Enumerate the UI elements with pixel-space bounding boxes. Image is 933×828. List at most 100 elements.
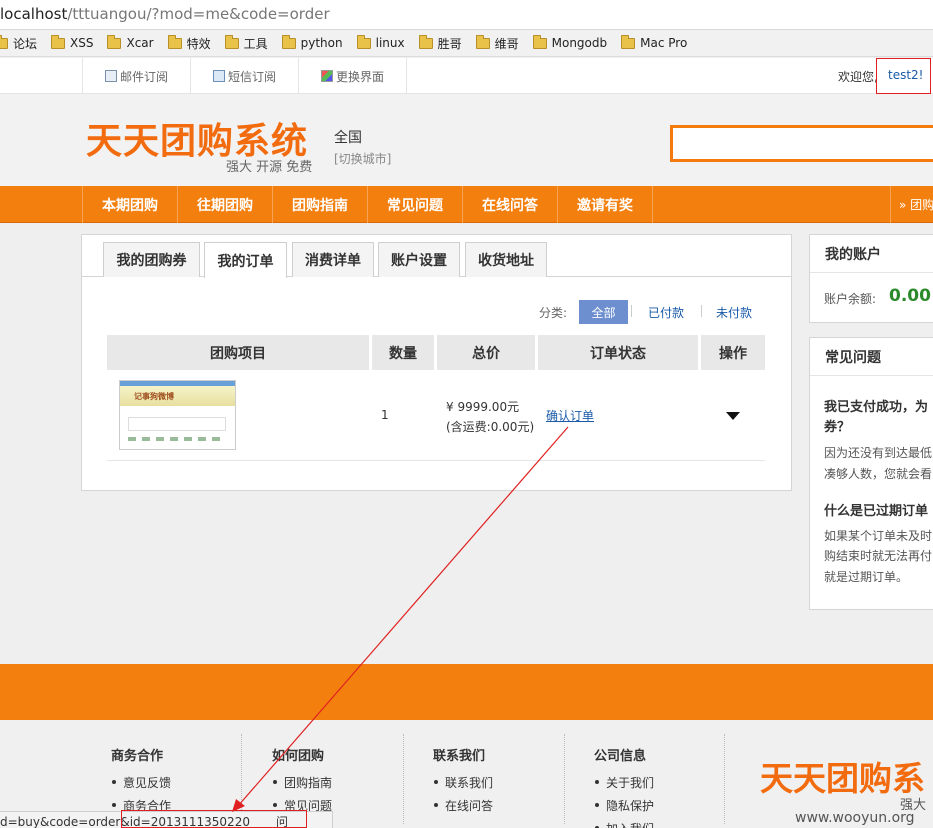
caret-down-icon[interactable]	[726, 412, 740, 420]
tab-shipping-address[interactable]: 收货地址	[465, 242, 547, 277]
bookmark-item[interactable]: python	[281, 34, 343, 50]
nav-guide[interactable]: 团购指南	[273, 186, 368, 223]
footer-link[interactable]: 加入我们	[594, 820, 654, 828]
footer-link[interactable]: 团购指南	[272, 774, 332, 791]
faq-answer: 购结束时就无法再付	[824, 549, 933, 563]
palette-icon	[321, 70, 334, 82]
faq-answer: 就是过期订单。	[824, 570, 909, 584]
change-theme-link[interactable]: 更换界面	[298, 58, 408, 94]
confirm-order-link[interactable]: 确认订单	[546, 407, 594, 424]
folder-icon	[418, 34, 433, 49]
bookmark-item[interactable]: 特效	[167, 34, 211, 52]
folder-icon	[107, 34, 122, 49]
nav-current-deals[interactable]: 本期团购	[82, 186, 178, 223]
bookmark-item[interactable]: Mongodb	[532, 34, 607, 50]
bookmark-item[interactable]: 论坛	[0, 34, 37, 52]
email-subscribe-link[interactable]: 邮件订阅	[82, 58, 190, 94]
col-header-status: 订单状态	[538, 335, 698, 370]
top-bar: 邮件订阅 短信订阅 更换界面 欢迎您, test2!	[0, 58, 933, 94]
faq-answer: 如果某个订单未及时	[824, 529, 933, 543]
bookmark-item[interactable]: XSS	[51, 34, 93, 50]
footer-link[interactable]: 联系我们	[433, 774, 493, 791]
bookmark-item[interactable]: linux	[356, 34, 405, 50]
url-text[interactable]: localhost/tttuangou/?mod=me&code=order	[0, 5, 330, 23]
footer-logo: 天天团购系	[760, 759, 925, 798]
search-input[interactable]	[670, 125, 933, 162]
footer-col-title: 联系我们	[433, 749, 486, 764]
top-links: 邮件订阅 短信订阅 更换界面	[82, 58, 408, 94]
filter-label: 分类:	[539, 306, 568, 320]
my-account-box: 我的账户 账户余额: 0.00	[809, 234, 933, 323]
address-bar[interactable]: localhost/tttuangou/?mod=me&code=order	[0, 0, 933, 30]
folder-icon	[224, 34, 239, 49]
filter-unpaid-link[interactable]: 未付款	[716, 304, 752, 321]
annotation-box-status	[121, 810, 307, 828]
nav-invite[interactable]: 邀请有奖	[558, 186, 653, 223]
nav-past-deals[interactable]: 往期团购	[178, 186, 273, 223]
tab-my-coupons[interactable]: 我的团购券	[103, 242, 200, 277]
annotation-box-username	[876, 58, 931, 94]
filter-paid-link[interactable]: 已付款	[648, 304, 684, 321]
deal-thumbnail[interactable]: 记事狗微博	[119, 380, 236, 450]
faq-question: 券？	[824, 420, 851, 435]
sms-subscribe-link[interactable]: 短信订阅	[190, 58, 298, 94]
footer-band	[0, 664, 933, 720]
footer-link[interactable]: 在线问答	[433, 797, 493, 814]
folder-icon	[475, 34, 490, 49]
nav-faq[interactable]: 常见问题	[368, 186, 463, 223]
tab-account-settings[interactable]: 账户设置	[378, 242, 460, 277]
col-header-total: 总价	[437, 335, 535, 370]
tab-my-orders[interactable]: 我的订单	[204, 242, 287, 278]
footer-col-howto: 如何团购 团购指南 常见问题	[272, 745, 332, 820]
row-divider	[107, 460, 765, 461]
bookmark-item[interactable]: Mac Pro	[621, 34, 687, 50]
site-header: 天天团购系统 强大 开源 免费 全国 [切换城市]	[0, 94, 933, 186]
col-header-item: 团购项目	[107, 335, 369, 370]
bookmark-item[interactable]: 工具	[224, 34, 268, 52]
footer-col-business: 商务合作 意见反馈 商务合作	[111, 745, 171, 820]
sms-icon	[213, 70, 226, 82]
order-shipping: (含运费:0.00元)	[446, 420, 535, 434]
footer-col-company: 公司信息 关于我们 隐私保护 加入我们	[594, 745, 654, 828]
folder-icon	[51, 34, 66, 49]
footer-col-title: 如何团购	[272, 749, 325, 764]
bookmark-item[interactable]: 维哥	[475, 34, 519, 52]
welcome-text: 欢迎您,	[838, 70, 878, 84]
bookmark-item[interactable]: Xcar	[107, 34, 154, 50]
order-price: ¥ 9999.00元	[446, 400, 520, 414]
balance-label: 账户余额:	[824, 292, 877, 306]
tab-spending-details[interactable]: 消费详单	[292, 242, 374, 277]
folder-icon	[532, 34, 547, 49]
filter-divider	[701, 305, 702, 317]
bookmark-item[interactable]: 胜哥	[418, 34, 462, 52]
my-account-title: 我的账户	[810, 235, 933, 273]
footer-divider	[564, 734, 565, 824]
filter-divider	[631, 305, 632, 317]
footer-col-title: 公司信息	[594, 749, 647, 764]
footer-col-title: 商务合作	[111, 749, 164, 764]
footer-link[interactable]: 意见反馈	[111, 774, 171, 791]
current-city: 全国	[334, 130, 362, 146]
faq-question: 什么是已过期订单	[824, 504, 929, 519]
faq-answer: 因为还没有到达最低	[824, 446, 933, 460]
footer-divider	[724, 734, 725, 824]
col-header-quantity: 数量	[372, 335, 434, 370]
faq-box: 常见问题 我已支付成功，为 券？ 因为还没有到达最低 凑够人数，您就会看 什么是…	[809, 337, 933, 610]
folder-icon	[167, 34, 182, 49]
change-city-link[interactable]: [切换城市]	[334, 150, 391, 167]
mail-icon	[105, 70, 117, 82]
site-slogan: 强大 开源 免费	[226, 160, 313, 175]
faq-question: 我已支付成功，为	[824, 400, 929, 415]
main-nav: 本期团购 往期团购 团购指南 常见问题 在线问答 邀请有奖 » 团购	[0, 186, 933, 223]
account-tabs: 我的团购券 我的订单 消费详单 账户设置 收货地址	[82, 235, 791, 278]
balance-value: 0.00	[889, 286, 931, 306]
nav-right-link[interactable]: » 团购	[890, 186, 933, 223]
folder-icon	[621, 34, 636, 49]
col-header-action: 操作	[701, 335, 765, 370]
footer-link[interactable]: 关于我们	[594, 774, 654, 791]
folder-icon	[281, 34, 296, 49]
footer-link[interactable]: 隐私保护	[594, 797, 654, 814]
filter-all-button[interactable]: 全部	[579, 300, 628, 324]
orders-panel: 我的团购券 我的订单 消费详单 账户设置 收货地址 分类: 全部 已付款 未付款…	[81, 234, 792, 491]
nav-qa[interactable]: 在线问答	[463, 186, 558, 223]
